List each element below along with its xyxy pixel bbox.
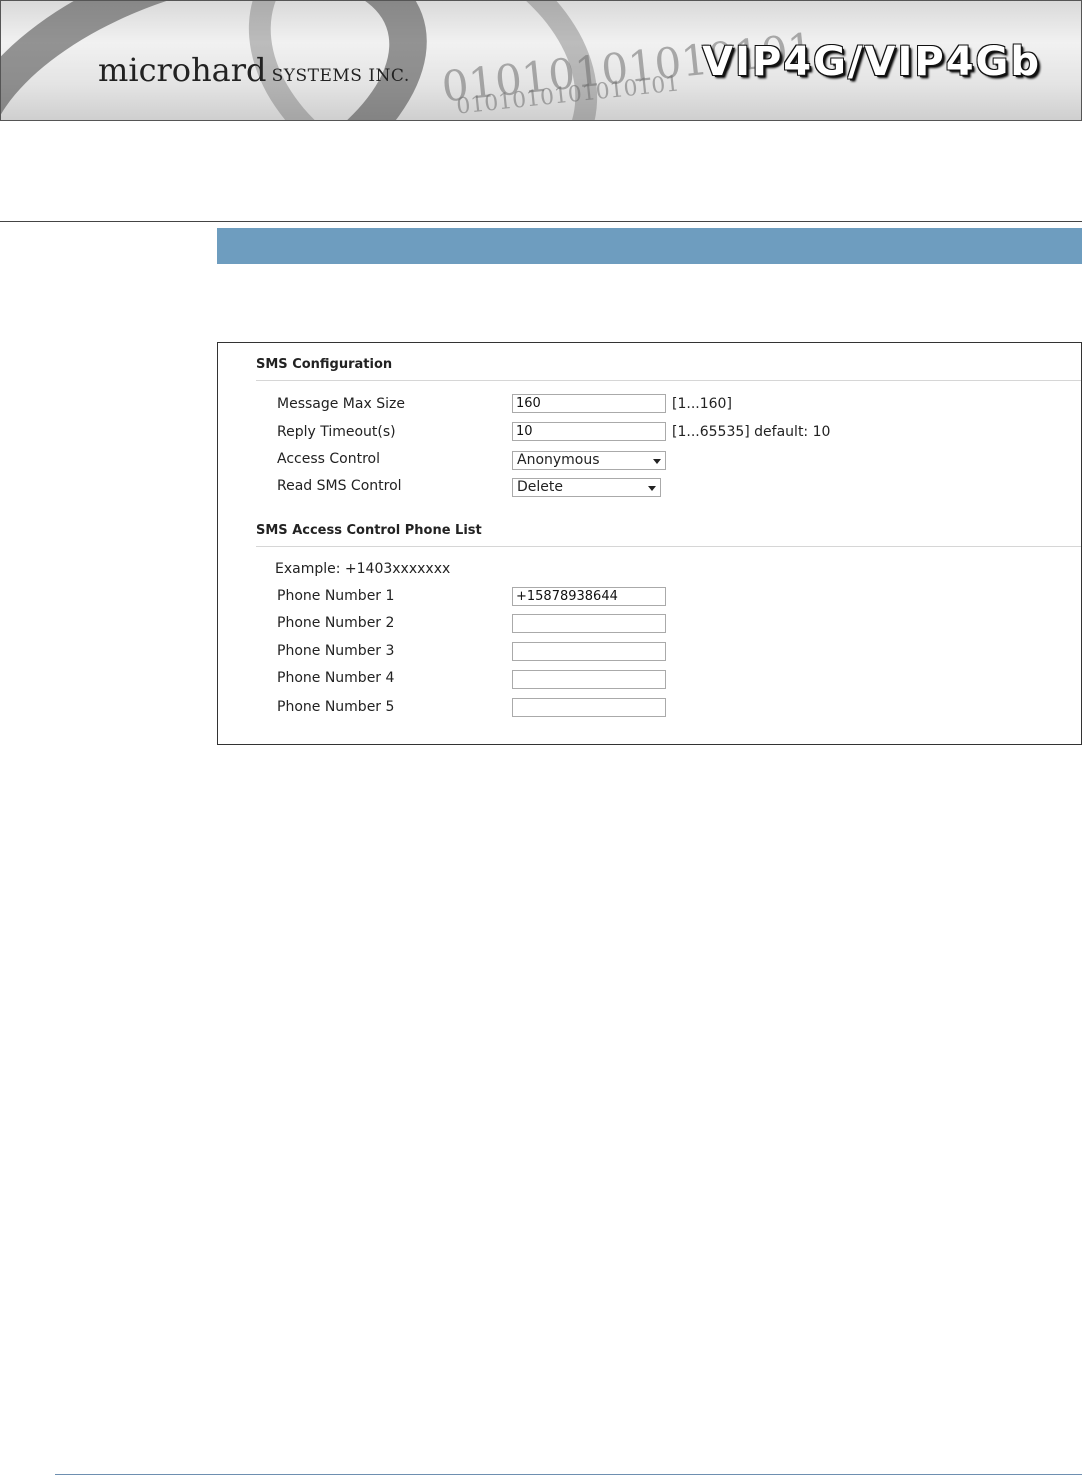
section-divider xyxy=(256,546,1081,547)
sms-config-panel: SMS Configuration Message Max Size [1...… xyxy=(217,342,1082,745)
phone-number-5-label: Phone Number 5 xyxy=(277,699,395,715)
access-control-label: Access Control xyxy=(277,451,380,467)
read-sms-control-select[interactable]: Delete xyxy=(512,478,661,497)
message-max-size-input[interactable] xyxy=(512,394,666,413)
chevron-down-icon xyxy=(648,486,656,491)
phone-number-4-label: Phone Number 4 xyxy=(277,670,395,686)
access-control-select[interactable]: Anonymous xyxy=(512,451,666,470)
phone-number-2-input[interactable] xyxy=(512,614,666,633)
brand-name: microhard xyxy=(98,51,267,89)
product-name: VIP4G/VIP4Gb xyxy=(702,39,1041,85)
phone-number-5-input[interactable] xyxy=(512,698,666,717)
sms-configuration-title: SMS Configuration xyxy=(256,357,393,372)
message-max-size-hint: [1...160] xyxy=(672,396,732,412)
reply-timeout-input[interactable] xyxy=(512,422,666,441)
phone-number-4-input[interactable] xyxy=(512,670,666,689)
message-max-size-label: Message Max Size xyxy=(277,396,405,412)
chevron-down-icon xyxy=(653,459,661,464)
section-divider xyxy=(256,380,1081,381)
phone-number-2-label: Phone Number 2 xyxy=(277,615,395,631)
reply-timeout-label: Reply Timeout(s) xyxy=(277,424,396,440)
reply-timeout-hint: [1...65535] default: 10 xyxy=(672,424,831,440)
phone-number-3-input[interactable] xyxy=(512,642,666,661)
phone-number-1-label: Phone Number 1 xyxy=(277,588,395,604)
phone-number-3-label: Phone Number 3 xyxy=(277,643,395,659)
access-control-selected: Anonymous xyxy=(517,452,600,468)
phone-list-title: SMS Access Control Phone List xyxy=(256,523,482,538)
phone-example-text: Example: +1403xxxxxxx xyxy=(275,561,451,577)
section-header-bar xyxy=(217,228,1082,264)
brand-suffix: SYSTEMS INC. xyxy=(271,66,410,86)
phone-number-1-input[interactable] xyxy=(512,587,666,606)
header-divider xyxy=(0,221,1082,222)
header-banner: 01010101010101 0101010101010101 microhar… xyxy=(0,0,1082,121)
read-sms-control-label: Read SMS Control xyxy=(277,478,402,494)
footer-divider xyxy=(55,1474,1082,1475)
read-sms-control-selected: Delete xyxy=(517,479,563,495)
company-logo: microhard SYSTEMS INC. xyxy=(98,51,410,89)
